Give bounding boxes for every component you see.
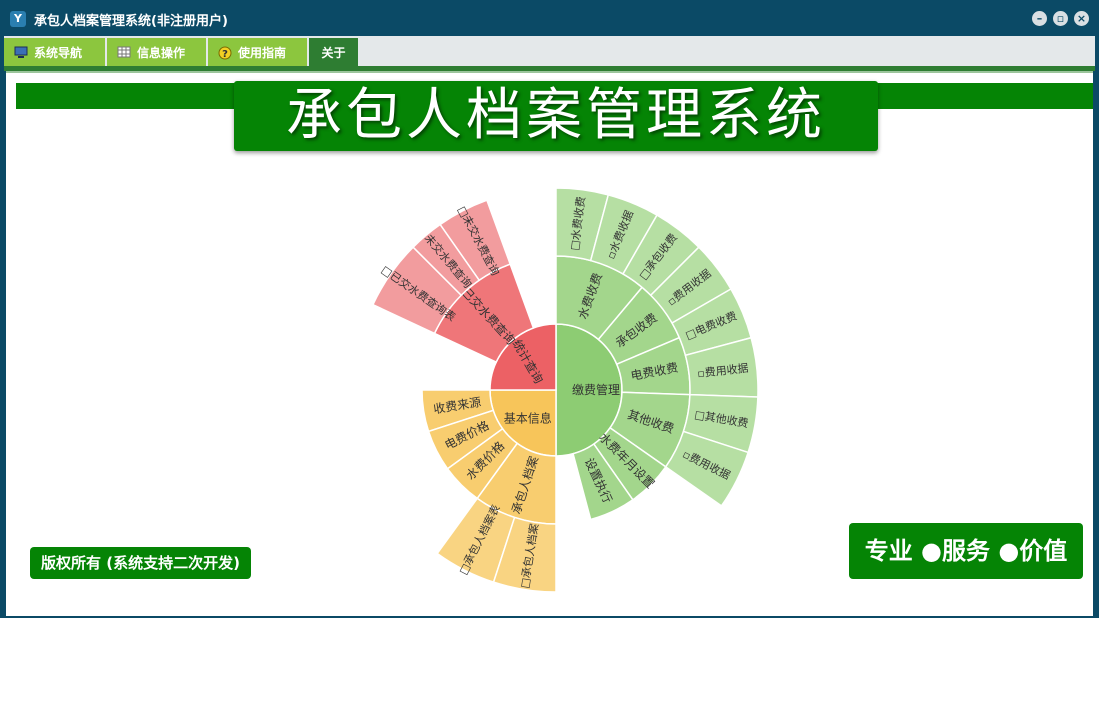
slogan-badge: 专业 ●服务 ●价值 xyxy=(849,523,1083,579)
sunburst-label: 基本信息 xyxy=(504,410,552,425)
tab-label: 系统导航 xyxy=(34,45,83,60)
app-window: Y 承包人档案管理系统(非注册用户) – ▫ × 系统导航 信息操作 ? 使用指… xyxy=(0,0,1099,618)
minimize-button[interactable]: – xyxy=(1032,11,1047,26)
tab-about[interactable]: 关于 xyxy=(309,38,359,66)
app-logo-icon: Y xyxy=(10,11,26,27)
close-button[interactable]: × xyxy=(1074,11,1089,26)
svg-text:?: ? xyxy=(222,49,228,60)
tab-label: 使用指南 xyxy=(238,45,287,60)
help-icon: ? xyxy=(218,46,232,60)
tab-user-guide[interactable]: ? 使用指南 xyxy=(208,38,308,66)
title-bar[interactable]: Y 承包人档案管理系统(非注册用户) – ▫ × xyxy=(2,2,1097,36)
tab-system-nav[interactable]: 系统导航 xyxy=(4,38,106,66)
grid-icon xyxy=(117,46,131,58)
sunburst-label: 缴费管理 xyxy=(572,382,620,397)
menu-bar: 系统导航 信息操作 ? 使用指南 关于 xyxy=(4,36,1095,66)
tab-info-operation[interactable]: 信息操作 xyxy=(107,38,207,66)
restore-button[interactable]: ▫ xyxy=(1053,11,1068,26)
main-content: 缴费管理 基本信息 统计查询 水费收费 承包收费 电费收费 其他收费 水费年月设置 设置执行 收费… xyxy=(6,71,1093,616)
system-title-banner: 承包人档案管理系统 xyxy=(234,81,878,151)
monitor-icon xyxy=(14,46,28,58)
tab-label: 信息操作 xyxy=(137,45,186,60)
copyright-badge: 版权所有 (系统支持二次开发) xyxy=(30,547,251,579)
window-title: 承包人档案管理系统(非注册用户) xyxy=(34,14,228,29)
tab-label: 关于 xyxy=(321,45,346,60)
